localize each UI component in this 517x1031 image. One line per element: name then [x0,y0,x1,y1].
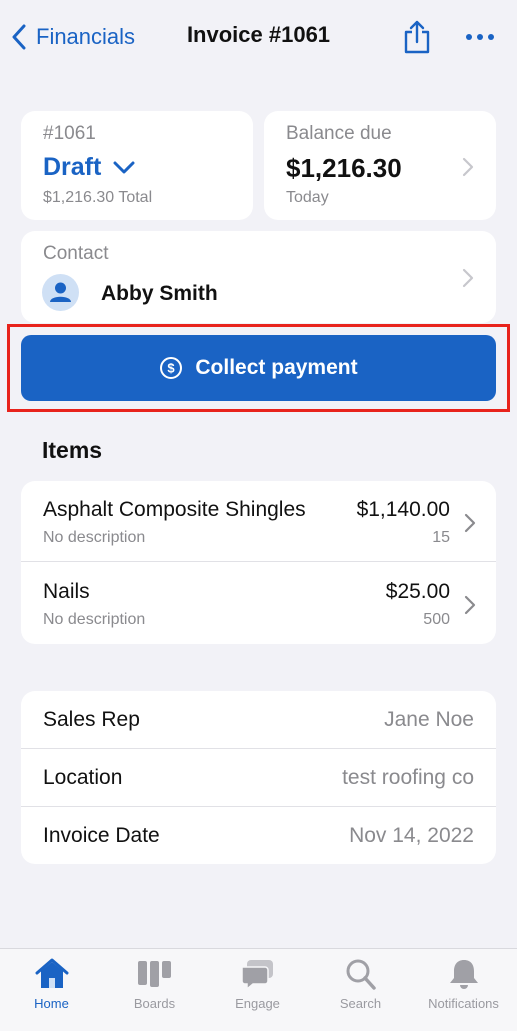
person-icon [50,282,71,302]
tab-home[interactable]: Home [0,957,103,1017]
bell-icon [449,960,478,989]
invoice-details-card: Sales Rep Jane Noe Location test roofing… [21,691,496,864]
contact-name: Abby Smith [101,282,218,305]
item-name: Nails [43,580,90,603]
search-icon [346,959,376,990]
tab-search[interactable]: Search [309,957,412,1017]
contact-label: Contact [43,243,109,264]
detail-row-location[interactable]: Location test roofing co [21,749,496,807]
chevron-right-icon [462,268,474,288]
page-title: Invoice #1061 [186,22,331,47]
tab-label: Notifications [428,996,499,1011]
tab-engage[interactable]: Engage [206,957,309,1017]
item-quantity: 15 [432,529,450,546]
dollar-circle-icon: $ [160,357,183,379]
svg-text:$: $ [168,361,176,376]
tab-notifications[interactable]: Notifications [412,957,515,1017]
detail-label: Location [43,766,123,789]
tab-label: Boards [133,996,176,1011]
tab-boards[interactable]: Boards [103,957,206,1017]
list-item[interactable]: Nails No description $25.00 500 [21,563,496,644]
tab-label: Home [34,996,69,1011]
detail-value: Nov 14, 2022 [349,824,474,847]
more-icon[interactable] [464,28,496,46]
home-icon [35,958,68,988]
item-price: $1,140.00 [356,498,450,521]
items-list: Asphalt Composite Shingles No descriptio… [21,481,496,644]
balance-due-date: Today [286,189,329,206]
detail-label: Invoice Date [43,824,160,847]
balance-due-card[interactable]: Balance due $1,216.30 Today [264,111,496,220]
status-dropdown[interactable]: Draft [43,153,135,182]
contact-card[interactable]: Contact Abby Smith [21,231,496,323]
status-label: Draft [43,153,102,181]
collect-payment-label: Collect payment [195,356,358,379]
tab-label: Search [339,996,382,1011]
detail-row-invoice-date[interactable]: Invoice Date Nov 14, 2022 [21,807,496,865]
share-icon[interactable] [402,20,432,54]
chevron-right-icon [464,513,476,533]
detail-value: Jane Noe [384,708,474,731]
collect-payment-button[interactable]: $ Collect payment [21,335,496,401]
invoice-total: $1,216.30 Total [43,189,153,206]
item-quantity: 500 [423,611,450,628]
detail-value: test roofing co [342,766,474,789]
balance-amount: $1,216.30 [286,153,402,183]
item-description: No description [43,529,146,546]
item-name: Asphalt Composite Shingles [43,498,306,521]
navigation-bar: Financials Invoice #1061 [0,0,517,76]
avatar [42,274,79,311]
invoice-status-card[interactable]: #1061 Draft $1,216.30 Total [21,111,253,220]
tab-label: Engage [235,996,280,1011]
item-price: $25.00 [385,580,450,603]
detail-label: Sales Rep [43,708,140,731]
tab-bar: Home Boards Engage Search Notifications [0,948,517,1031]
balance-label: Balance due [286,123,392,144]
engage-icon [240,960,273,991]
items-section-title: Items [42,437,103,463]
chevron-right-icon [462,157,474,177]
detail-row-sales-rep[interactable]: Sales Rep Jane Noe [21,691,496,749]
chevron-down-icon [113,161,135,173]
list-item[interactable]: Asphalt Composite Shingles No descriptio… [21,481,496,562]
item-description: No description [43,611,146,628]
invoice-number: #1061 [43,123,96,144]
chevron-right-icon [464,595,476,615]
boards-icon [137,961,171,987]
